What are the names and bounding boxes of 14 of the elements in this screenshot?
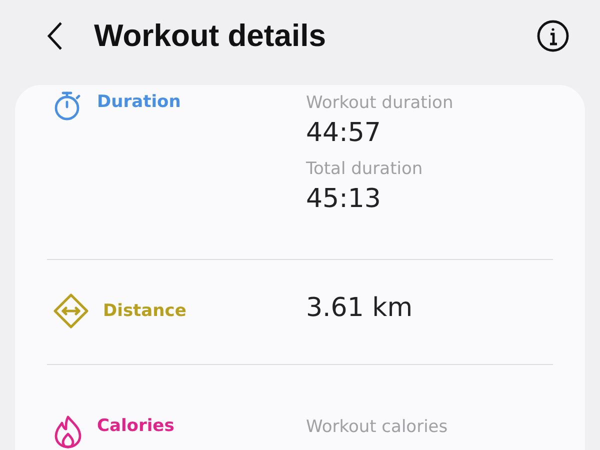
- metric-name: Duration: [97, 91, 181, 113]
- metric-name: Distance: [103, 300, 186, 322]
- info-button[interactable]: [536, 19, 570, 53]
- metric-value: 45:13: [306, 183, 382, 216]
- page-title: Workout details: [94, 18, 327, 54]
- metric-label: Workout duration: [306, 92, 454, 115]
- flame-icon: [53, 415, 83, 449]
- stopwatch-icon: [53, 91, 83, 121]
- metric-value: 44:57: [306, 117, 382, 150]
- metric-name: Calories: [97, 415, 174, 437]
- metric-label: Workout calories: [306, 416, 448, 439]
- metric-value: 3.61 km: [306, 292, 413, 325]
- distance-icon: [53, 293, 89, 329]
- metric-label: Total duration: [306, 158, 424, 181]
